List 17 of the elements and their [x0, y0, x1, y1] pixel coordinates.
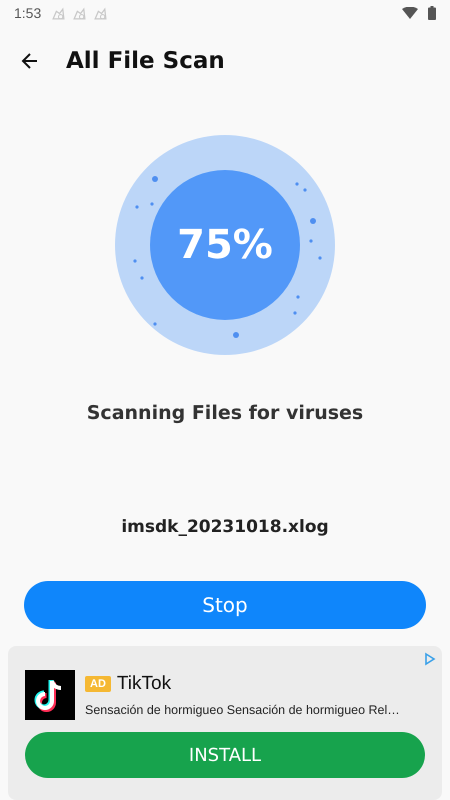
- screen-title: All File Scan: [66, 48, 225, 74]
- battery-icon: [428, 6, 436, 20]
- install-button[interactable]: INSTALL: [25, 732, 425, 778]
- notification-icon: [51, 6, 66, 20]
- stop-button[interactable]: Stop: [24, 581, 426, 629]
- notification-icon: [72, 6, 88, 20]
- app-icon: [25, 670, 75, 720]
- app-name: TikTok: [116, 673, 172, 695]
- current-file-name: imsdk_20231018.xlog: [120, 517, 330, 537]
- back-arrow-icon: [20, 51, 40, 71]
- ad-description: Sensación de hormigueo Sensación de hormigueo Rel…: [85, 703, 400, 717]
- scan-status-text: Scanning Files for viruses: [86, 402, 364, 424]
- notification-icon: [93, 6, 108, 20]
- status-time: 1:53: [14, 5, 42, 21]
- wifi-icon: [402, 7, 418, 19]
- ad-badge: AD: [85, 676, 111, 692]
- progress-percent: 75%: [177, 222, 273, 268]
